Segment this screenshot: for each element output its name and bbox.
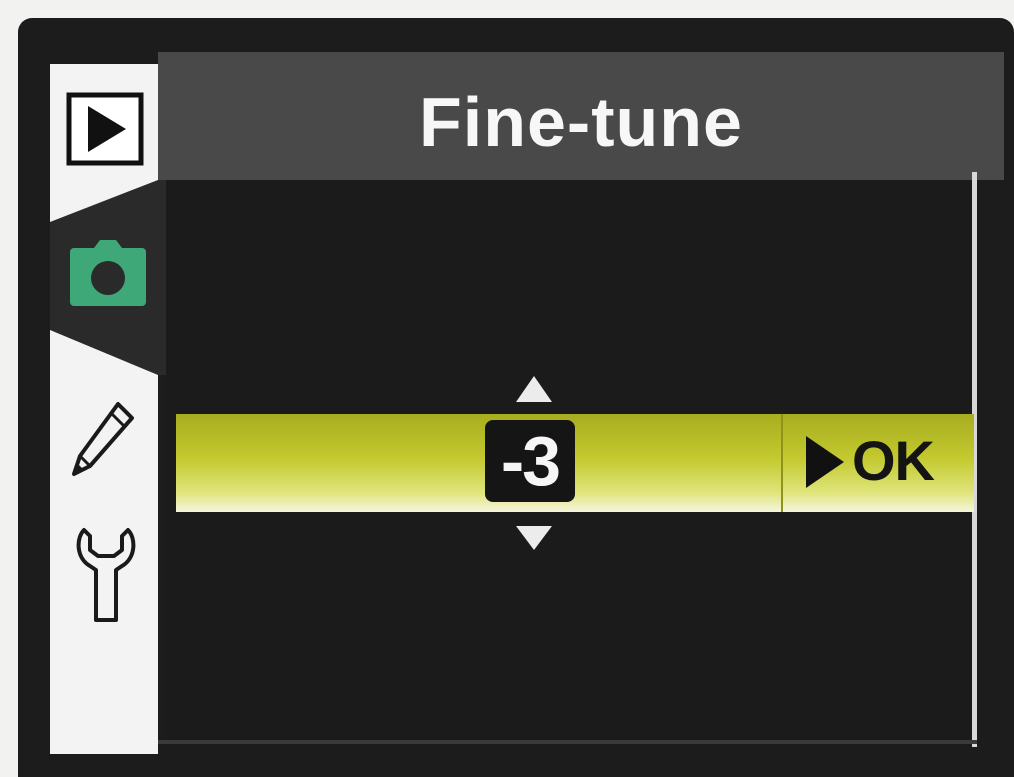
- ok-play-icon: [806, 436, 844, 488]
- decrease-arrow-icon[interactable]: [516, 526, 552, 550]
- fine-tune-value[interactable]: -3: [485, 420, 575, 502]
- row-divider: [781, 414, 783, 512]
- content-bottom-border: [158, 740, 977, 744]
- wrench-icon[interactable]: [76, 524, 136, 626]
- page-title: Fine-tune: [419, 83, 743, 161]
- increase-arrow-icon[interactable]: [516, 376, 552, 402]
- playback-icon[interactable]: [66, 92, 144, 166]
- menu-title-bar: Fine-tune: [158, 52, 1004, 180]
- pencil-icon[interactable]: [70, 400, 136, 478]
- ok-button[interactable]: OK: [852, 428, 935, 493]
- camera-icon[interactable]: [70, 240, 146, 306]
